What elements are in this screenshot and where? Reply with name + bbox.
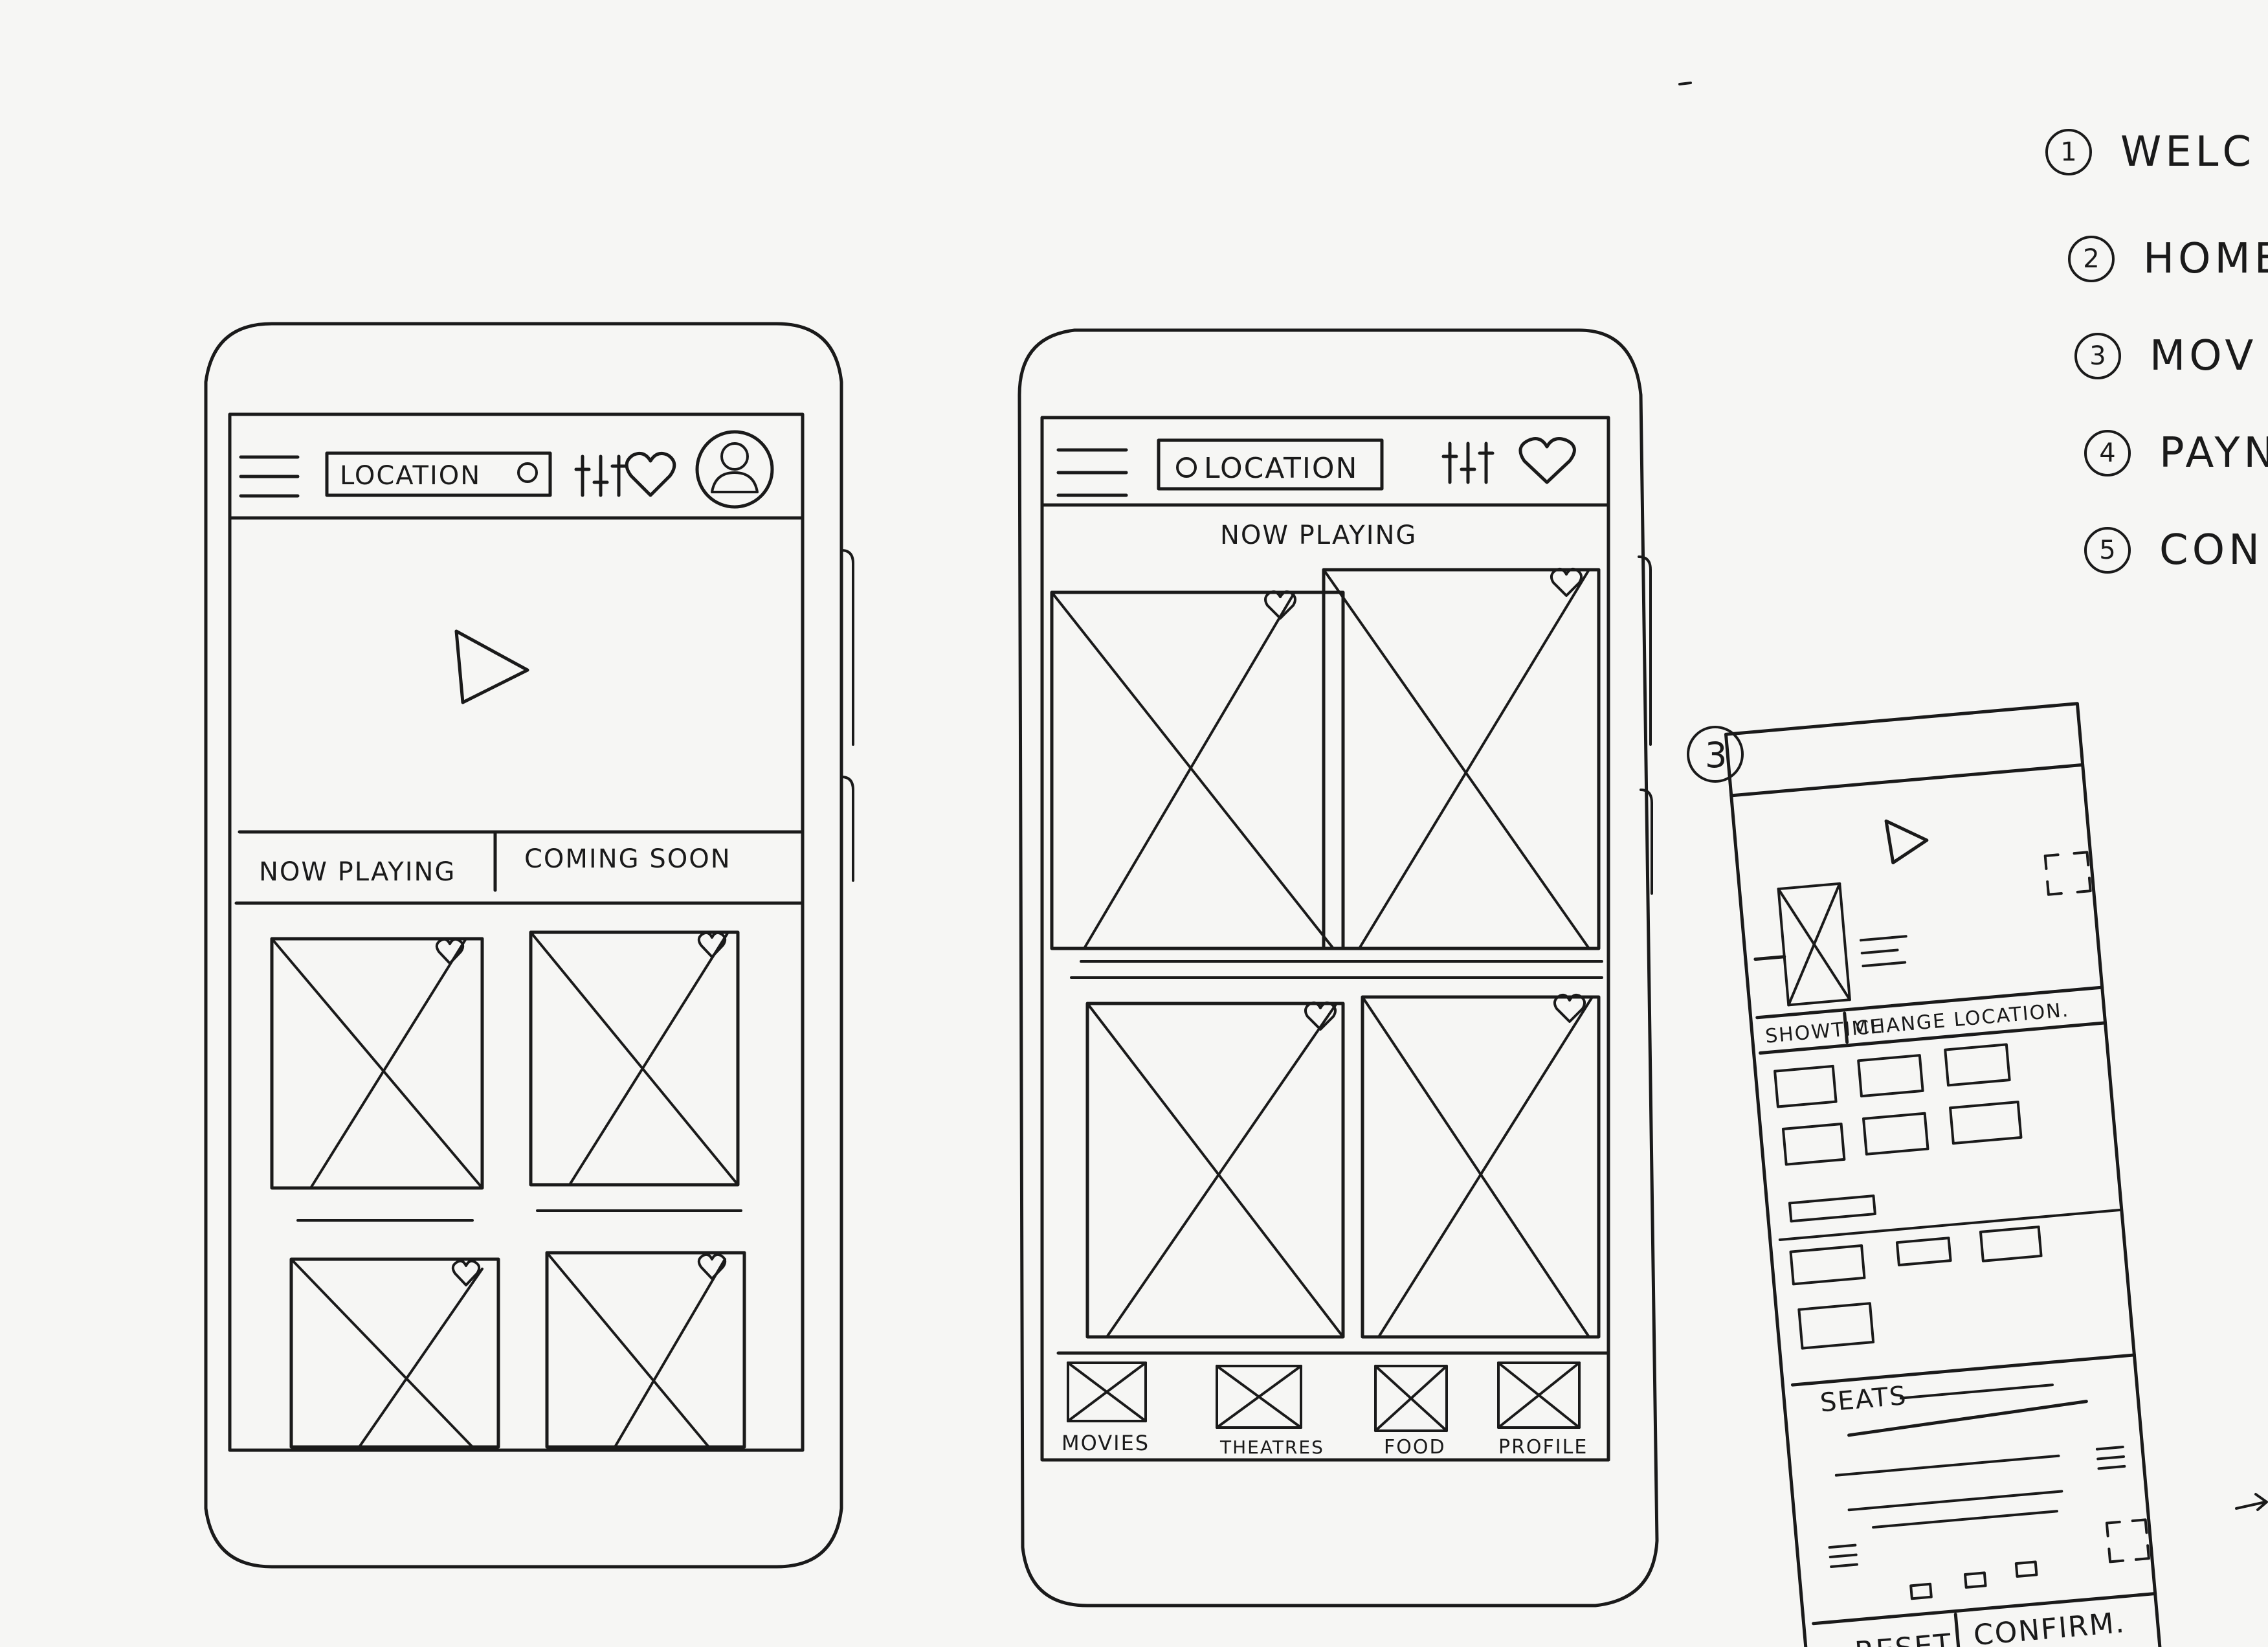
screen-3-frame	[1724, 702, 2162, 1647]
location-label: LOCATION	[1204, 452, 1358, 485]
info-line	[1860, 948, 1899, 955]
showtime-slot[interactable]	[1979, 1226, 2043, 1262]
number-badge: 3	[2074, 333, 2121, 379]
screen-list-label: HOME	[2143, 235, 2268, 283]
movie-card[interactable]	[1085, 1001, 1345, 1339]
showtime-slot[interactable]	[1797, 1302, 1875, 1350]
heart-icon[interactable]	[1518, 437, 1576, 484]
showtime-divider	[1778, 1208, 2123, 1241]
tab-coming-soon[interactable]: COMING SOON	[524, 844, 731, 874]
location-pin-icon	[517, 462, 538, 483]
nav-label: PROFILE	[1498, 1436, 1588, 1459]
movie-card[interactable]	[529, 930, 740, 1187]
seat-legend-lines	[1828, 1446, 2126, 1568]
info-line	[1859, 935, 1907, 942]
seat-key	[1963, 1571, 1987, 1589]
stray-mark	[1678, 82, 1692, 85]
screen-list: 1 WELC 2 HOME 3 MOV 4 PAYN 5 CON	[2045, 117, 2268, 609]
seat-key	[2014, 1560, 2038, 1578]
seats-label: SEATS	[1819, 1381, 1908, 1418]
screen-list-item: 4 PAYN	[2084, 424, 2268, 482]
nav-label: MOVIES	[1062, 1431, 1150, 1455]
movie-card[interactable]	[270, 937, 484, 1190]
expand-icon[interactable]	[2043, 851, 2092, 896]
reset-button[interactable]: RESET	[1854, 1628, 1954, 1647]
nav-item-movies[interactable]: MOVIES	[1062, 1361, 1150, 1455]
showtime-slot[interactable]	[1944, 1043, 2011, 1087]
showtime-slot[interactable]	[1773, 1064, 1838, 1108]
movie-card[interactable]	[1050, 590, 1345, 950]
screen-list-item: 5 CON	[2084, 521, 2263, 579]
movie-card[interactable]	[1322, 567, 1601, 950]
wireframe-sketch: LOCATION NOW PLAYING COMING SOON LOCATIO…	[204, 82, 2268, 1647]
number-badge: 4	[2084, 430, 2131, 476]
details-divider	[1753, 955, 1786, 961]
screen-list-item: 1 WELC	[2045, 123, 2255, 181]
showtime-slot[interactable]	[1862, 1112, 1929, 1156]
showtime-slot[interactable]	[1788, 1194, 1876, 1223]
phone-1-side-button	[840, 549, 854, 746]
filter-icon[interactable]	[1441, 442, 1495, 484]
movie-card[interactable]	[545, 1251, 746, 1449]
screen-list-label: MOV	[2150, 332, 2258, 380]
play-icon[interactable]	[454, 629, 529, 704]
movie-card[interactable]	[289, 1257, 500, 1449]
showtime-slot[interactable]	[1895, 1237, 1952, 1267]
nav-label: FOOD	[1384, 1436, 1446, 1459]
location-pin-icon	[1176, 457, 1197, 478]
showtime-slot[interactable]	[1949, 1101, 2023, 1145]
phone-1-frame	[204, 322, 843, 1569]
screen-list-item: 2 HOME	[2068, 230, 2268, 288]
filter-icon[interactable]	[574, 454, 627, 497]
screen-3-header-divider	[1729, 763, 2085, 798]
play-icon[interactable]	[1884, 818, 1929, 865]
phone-1-wireframe: LOCATION NOW PLAYING COMING SOON	[204, 322, 854, 1569]
number-badge: 5	[2084, 527, 2131, 574]
movie-poster	[1777, 882, 1851, 1007]
nav-label: THEATRES	[1219, 1437, 1324, 1458]
nav-item-profile[interactable]: PROFILE	[1497, 1361, 1588, 1459]
confirm-button[interactable]: CONFIRM.	[1972, 1606, 2127, 1647]
screen-list-label: PAYN	[2159, 429, 2268, 477]
section-title: NOW PLAYING	[1220, 521, 1417, 550]
seat-key	[1909, 1582, 1933, 1600]
expand-icon[interactable]	[2105, 1518, 2150, 1563]
screen-list-item: 3 MOV	[2074, 327, 2257, 385]
seat-row	[1834, 1454, 2060, 1477]
showtime-slot[interactable]	[1789, 1244, 1866, 1286]
screen-list-label: WELC	[2120, 128, 2256, 176]
nav-item-food[interactable]: FOOD	[1374, 1365, 1448, 1459]
heart-icon[interactable]	[625, 452, 676, 497]
heart-icon[interactable]	[451, 1259, 481, 1286]
showtime-slot[interactable]	[1781, 1123, 1846, 1166]
phone-1-side-button-2	[840, 776, 854, 882]
showtime-slot[interactable]	[1857, 1054, 1924, 1098]
nav-item-theatres[interactable]: THEATRES	[1216, 1365, 1324, 1458]
screen-list-label: CON	[2159, 526, 2263, 574]
menu-icon[interactable]	[1056, 448, 1128, 497]
seat-row	[1872, 1510, 2058, 1529]
seats-line	[1899, 1384, 2054, 1400]
seats-divider	[1790, 1353, 2136, 1387]
location-label: LOCATION	[340, 461, 481, 491]
seat-row	[1847, 1490, 2063, 1512]
tab-now-playing[interactable]: NOW PLAYING	[259, 857, 456, 887]
screen-3-wireframe: 3 SHOWTIME CHANGE LOCATION. SEATS CONFIR…	[1687, 702, 2268, 1647]
menu-icon[interactable]	[239, 455, 300, 498]
arrow-icon	[2235, 1493, 2268, 1511]
footer-button-divider	[1953, 1613, 1962, 1647]
phone-2-wireframe: LOCATION NOW PLAYING MOVIES THEATRES FOO…	[1017, 328, 1659, 1608]
movie-card[interactable]	[1361, 993, 1601, 1339]
profile-icon[interactable]	[695, 430, 774, 509]
number-badge: 2	[2068, 236, 2115, 282]
number-badge: 1	[2045, 129, 2092, 175]
info-line	[1862, 961, 1907, 968]
